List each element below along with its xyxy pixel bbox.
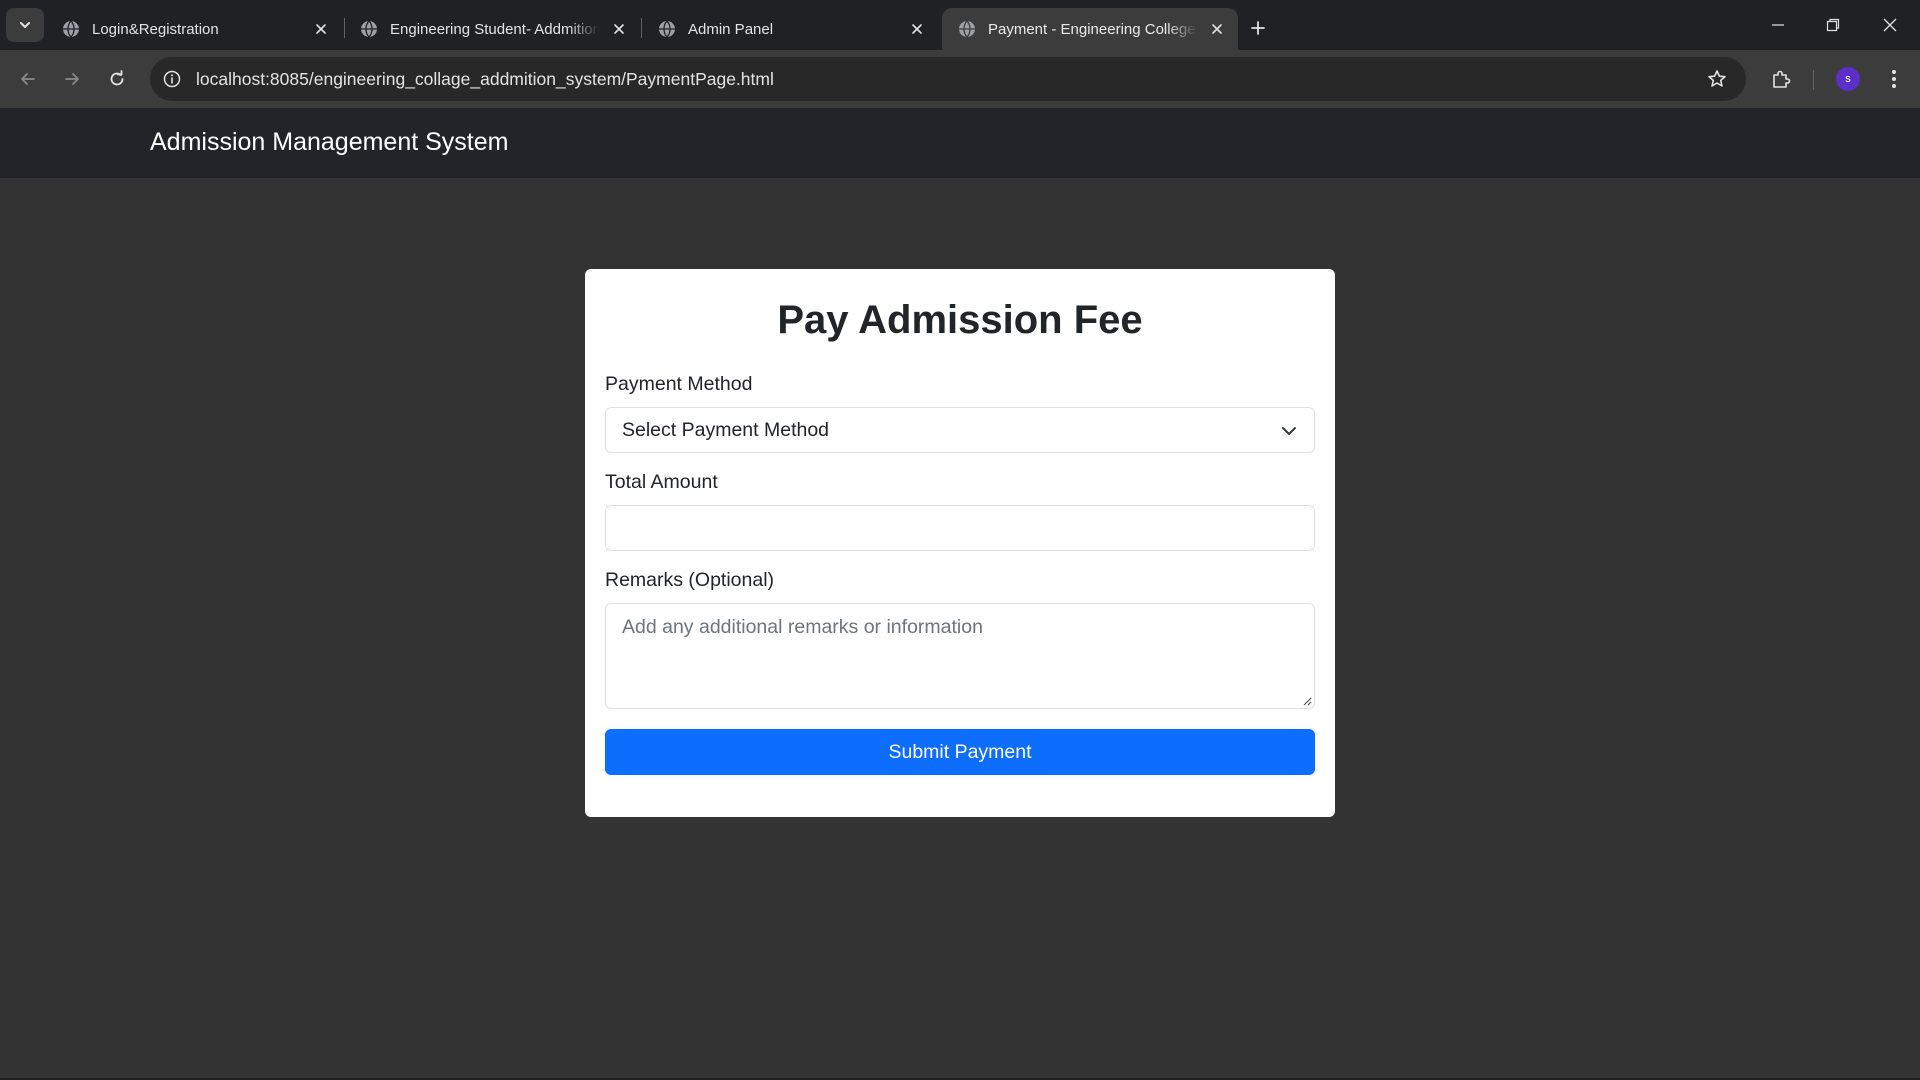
arrow-right-icon (65, 73, 79, 85)
remarks-textarea[interactable]: Add any additional remarks or informatio… (605, 603, 1315, 709)
payment-method-label: Payment Method (605, 373, 753, 395)
browser-menu-button[interactable] (1878, 63, 1910, 95)
total-amount-input[interactable] (605, 505, 1315, 551)
browser-toolbar: localhost:8085/engineering_collage_addmi… (0, 50, 1920, 108)
tab-title: Login&Registration (92, 20, 219, 38)
site-brand[interactable]: Admission Management System (150, 128, 508, 157)
payment-method-value: Select Payment Method (622, 418, 830, 441)
submit-payment-button[interactable]: Submit Payment (605, 729, 1315, 775)
tab-login-registration[interactable]: Login&Registration (46, 8, 342, 50)
info-icon[interactable] (162, 69, 182, 89)
close-icon[interactable] (312, 20, 330, 38)
forward-button[interactable] (56, 63, 88, 95)
extensions-button[interactable] (1765, 63, 1797, 95)
new-tab-button[interactable] (1244, 14, 1272, 42)
back-button[interactable] (12, 63, 44, 95)
remarks-placeholder: Add any additional remarks or informatio… (622, 616, 983, 638)
url-text[interactable]: localhost:8085/engineering_collage_addmi… (196, 69, 1706, 90)
tab-admin-panel[interactable]: Admin Panel (642, 8, 938, 50)
browser-tab-strip: Login&Registration Engineering Student- … (0, 0, 1920, 50)
close-icon[interactable] (1208, 20, 1226, 38)
puzzle-icon (1773, 70, 1791, 88)
tab-title: Admin Panel (688, 20, 774, 38)
globe-icon (62, 20, 80, 38)
arrow-left-icon (21, 73, 35, 85)
close-icon[interactable] (908, 20, 926, 38)
total-amount-label: Total Amount (605, 471, 718, 493)
page-title: Pay Admission Fee (777, 298, 1143, 342)
tab-title: Engineering Student- Addmition (390, 20, 600, 38)
globe-icon (360, 20, 378, 38)
remarks-label: Remarks (Optional) (605, 569, 775, 591)
chevron-down-icon (20, 22, 30, 28)
restore-icon (1826, 18, 1840, 32)
tab-title: Payment - Engineering College (988, 20, 1196, 38)
star-icon[interactable] (1706, 68, 1728, 90)
site-navbar: Admission Management System (0, 108, 1920, 178)
avatar[interactable]: s (1836, 67, 1860, 91)
minimize-icon (1772, 24, 1784, 26)
close-window-button[interactable] (1872, 10, 1908, 40)
minimize-button[interactable] (1760, 10, 1796, 40)
more-vert-icon (1892, 70, 1896, 88)
address-bar[interactable]: localhost:8085/engineering_collage_addmi… (150, 57, 1746, 101)
tab-payment[interactable]: Payment - Engineering College (942, 8, 1238, 50)
plus-icon (1251, 21, 1265, 35)
reload-icon (110, 70, 124, 86)
toolbar-divider (1813, 70, 1814, 90)
reload-button[interactable] (101, 63, 133, 95)
payment-form-card: Pay Admission Fee Payment Method Select … (585, 269, 1335, 817)
globe-icon (658, 20, 676, 38)
restore-button[interactable] (1815, 10, 1851, 40)
tab-search-button[interactable] (6, 8, 44, 42)
resize-grip-icon[interactable] (1302, 696, 1312, 706)
close-icon[interactable] (610, 20, 628, 38)
payment-method-select[interactable]: Select Payment Method (605, 407, 1315, 453)
globe-icon (958, 20, 976, 38)
tab-engineering-student[interactable]: Engineering Student- Addmition (344, 8, 640, 50)
close-icon (1883, 18, 1897, 32)
chevron-down-icon (1282, 427, 1296, 435)
